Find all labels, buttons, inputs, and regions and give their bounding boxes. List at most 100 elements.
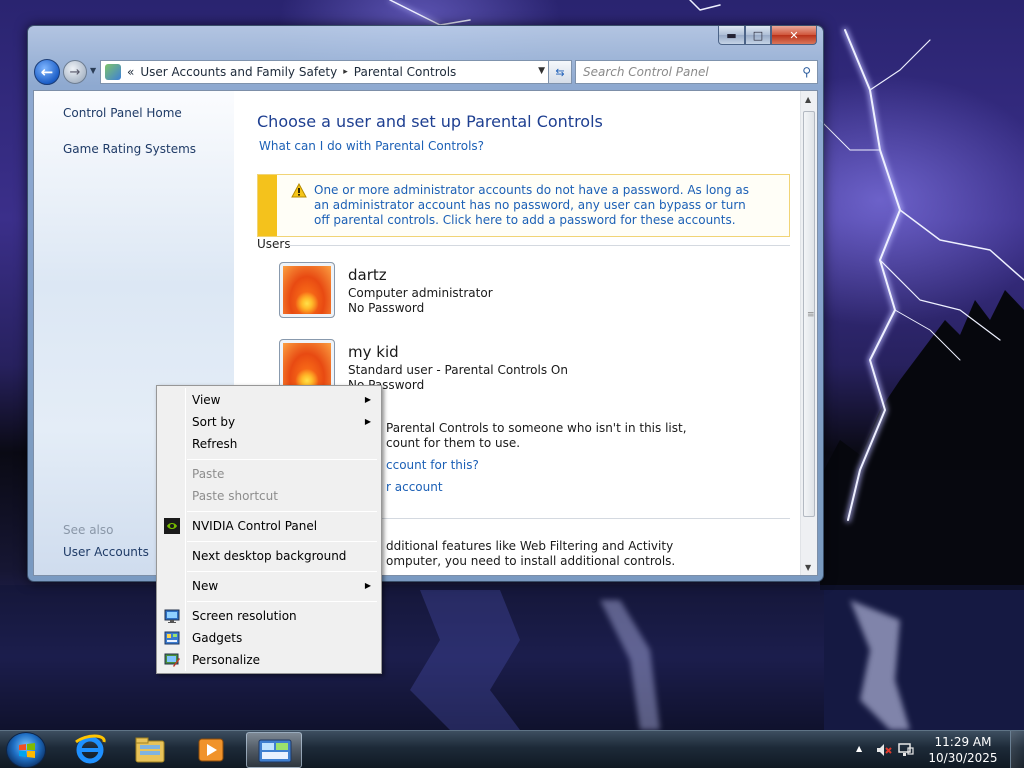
menu-item-personalize[interactable]: Personalize xyxy=(159,649,379,671)
minimize-button[interactable]: ▬ xyxy=(718,26,745,45)
taskbar-control-panel[interactable] xyxy=(246,732,302,768)
see-also-heading: See also xyxy=(63,523,114,537)
submenu-arrow-icon: ▶ xyxy=(364,581,371,590)
menu-separator xyxy=(187,601,377,602)
menu-item-nvidia-control-panel[interactable]: NVIDIA Control Panel xyxy=(159,515,379,537)
grip-icon: ≡ xyxy=(807,310,815,320)
maximize-button[interactable]: □ xyxy=(745,26,771,45)
user-name[interactable]: dartz xyxy=(348,266,387,284)
address-bar[interactable]: « User Accounts and Family Safety ▸ Pare… xyxy=(100,60,552,84)
control-panel-home-link[interactable]: Control Panel Home xyxy=(63,106,182,120)
clock-date[interactable]: 10/30/2025 xyxy=(928,751,998,765)
menu-item-view[interactable]: View ▶ xyxy=(159,389,379,411)
menu-item-label: Refresh xyxy=(192,437,238,451)
why-account-link[interactable]: ccount for this? xyxy=(386,458,479,472)
start-button[interactable] xyxy=(6,732,46,768)
menu-separator xyxy=(187,571,377,572)
create-account-link[interactable]: r account xyxy=(386,480,443,494)
search-icon[interactable]: ⚲ xyxy=(802,65,811,79)
clock-time[interactable]: 11:29 AM xyxy=(928,735,998,749)
menu-item-new[interactable]: New ▶ xyxy=(159,575,379,597)
divider xyxy=(289,245,790,246)
recent-pages-dropdown[interactable]: ▼ xyxy=(90,66,96,75)
breadcrumb-separator-icon[interactable]: ▸ xyxy=(343,65,348,79)
help-link[interactable]: What can I do with Parental Controls? xyxy=(259,139,484,153)
menu-item-next-desktop-background[interactable]: Next desktop background xyxy=(159,545,379,567)
menu-separator xyxy=(187,511,377,512)
apply-controls-text: Parental Controls to someone who isn't i… xyxy=(386,421,687,435)
warning-bar xyxy=(258,175,277,236)
breadcrumb-item-parental-controls[interactable]: Parental Controls xyxy=(354,65,457,79)
page-title: Choose a user and set up Parental Contro… xyxy=(257,112,603,131)
navigation-bar: ← → ▼ « User Accounts and Family Safety … xyxy=(34,59,818,85)
additional-features-text: dditional features like Web Filtering an… xyxy=(386,539,674,553)
notification-area: ▲ 11:29 AM 10/30/2025 xyxy=(854,731,1024,768)
menu-item-paste-shortcut[interactable]: Paste shortcut xyxy=(159,485,379,507)
user-avatar[interactable] xyxy=(279,262,335,318)
menu-item-label: Sort by xyxy=(192,415,236,429)
breadcrumb: « User Accounts and Family Safety ▸ Pare… xyxy=(127,65,456,79)
apply-controls-text-2: count for them to use. xyxy=(386,436,521,450)
menu-item-label: Paste xyxy=(192,467,225,481)
forward-button[interactable]: → xyxy=(63,60,87,84)
scroll-down-icon[interactable]: ▼ xyxy=(805,563,811,572)
show-desktop-button[interactable] xyxy=(1010,731,1024,768)
menu-item-label: NVIDIA Control Panel xyxy=(192,519,318,533)
menu-separator xyxy=(187,541,377,542)
submenu-arrow-icon: ▶ xyxy=(364,395,371,404)
users-section-label: Users xyxy=(257,237,291,251)
taskbar-windows-explorer[interactable] xyxy=(122,732,178,768)
nvidia-icon xyxy=(164,518,180,534)
menu-item-gadgets[interactable]: Gadgets xyxy=(159,627,379,649)
internet-explorer-icon xyxy=(75,734,106,764)
network-icon[interactable] xyxy=(898,742,914,758)
back-arrow-icon: ← xyxy=(40,63,54,81)
scroll-thumb[interactable]: ≡ xyxy=(803,111,815,517)
user-accounts-link[interactable]: User Accounts xyxy=(63,545,149,559)
control-panel-icon xyxy=(258,739,292,763)
control-panel-icon xyxy=(105,64,121,80)
desktop-context-menu: View ▶ Sort by ▶ Refresh Paste Paste sho… xyxy=(156,385,382,674)
vertical-scrollbar[interactable]: ▲ ≡ ▼ xyxy=(800,91,817,575)
back-button[interactable]: ← xyxy=(34,59,60,85)
menu-item-label: Personalize xyxy=(192,653,261,667)
user-name[interactable]: my kid xyxy=(348,343,399,361)
refresh-button[interactable]: ⇆ xyxy=(548,60,572,84)
menu-item-label: Screen resolution xyxy=(192,609,297,623)
taskbar-media-player[interactable] xyxy=(183,732,239,768)
scroll-up-icon[interactable]: ▲ xyxy=(805,95,811,104)
additional-features-text-2: omputer, you need to install additional … xyxy=(386,554,676,568)
windows-explorer-icon xyxy=(135,737,165,763)
search-input[interactable]: Search Control Panel xyxy=(583,65,802,79)
address-dropdown-icon[interactable]: ▼ xyxy=(538,66,545,76)
warning-text[interactable]: One or more administrator accounts do no… xyxy=(314,183,754,228)
menu-item-label: New xyxy=(192,579,219,593)
close-button[interactable]: ✕ xyxy=(771,26,817,45)
breadcrumb-item-user-accounts[interactable]: User Accounts and Family Safety xyxy=(140,65,337,79)
game-rating-systems-link[interactable]: Game Rating Systems xyxy=(63,142,196,156)
parental-controls-window: ▬ □ ✕ ← → ▼ « User Accounts and Family S… xyxy=(27,25,824,582)
media-player-icon xyxy=(198,738,224,762)
user-password-status: No Password xyxy=(348,301,425,315)
personalize-icon xyxy=(164,653,180,667)
warning-icon xyxy=(291,183,307,198)
menu-item-sort-by[interactable]: Sort by ▶ xyxy=(159,411,379,433)
menu-item-label: View xyxy=(192,393,221,407)
volume-muted-icon[interactable] xyxy=(876,742,892,758)
password-warning[interactable]: One or more administrator accounts do no… xyxy=(257,174,790,237)
menu-separator xyxy=(187,459,377,460)
submenu-arrow-icon: ▶ xyxy=(364,417,371,426)
user-account-type: Computer administrator xyxy=(348,286,493,300)
taskbar-internet-explorer[interactable] xyxy=(62,732,118,768)
refresh-icon: ⇆ xyxy=(555,65,565,79)
menu-item-refresh[interactable]: Refresh xyxy=(159,433,379,455)
show-hidden-icons-icon[interactable]: ▲ xyxy=(856,744,862,753)
menu-item-label: Gadgets xyxy=(192,631,243,645)
menu-item-paste[interactable]: Paste xyxy=(159,463,379,485)
menu-item-screen-resolution[interactable]: Screen resolution xyxy=(159,605,379,627)
windows-logo-icon xyxy=(19,743,35,758)
breadcrumb-overflow[interactable]: « xyxy=(127,65,134,79)
caption-buttons: ▬ □ ✕ xyxy=(718,26,817,45)
taskbar: ▲ 11:29 AM 10/30/2025 xyxy=(0,730,1024,768)
search-box[interactable]: Search Control Panel ⚲ xyxy=(575,60,818,84)
